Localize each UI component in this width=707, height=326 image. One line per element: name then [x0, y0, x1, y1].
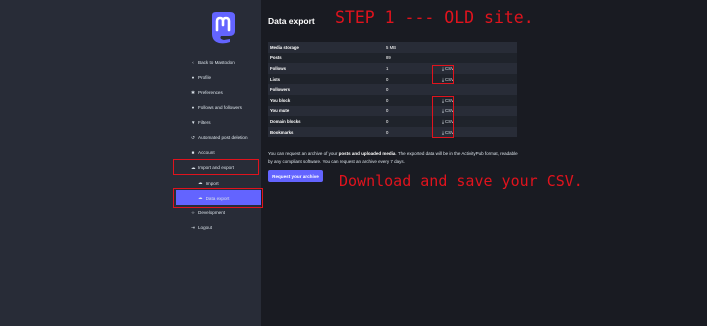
sign-out-icon: ⇥ — [191, 224, 195, 230]
table-row: Bookmarks 0 ⤓ CSV — [268, 126, 517, 138]
annotation-box-data-export — [173, 188, 263, 208]
table-row: Domain blocks 0 ⤓ CSV — [268, 116, 517, 127]
request-archive-button[interactable]: Request your archive — [268, 170, 323, 182]
table-row: You block 0 ⤓ CSV — [268, 94, 517, 106]
table-row: Posts 89 — [268, 52, 517, 64]
annotation-box-import-export — [173, 159, 259, 175]
sidebar-item-import[interactable]: ☁ Import — [198, 180, 219, 186]
table-row: Lists 0 ⤓ CSV — [268, 73, 517, 85]
sidebar-item-filters[interactable]: ▼ Filters — [191, 120, 211, 125]
row-value: 5 MB — [384, 42, 440, 53]
row-action — [440, 52, 517, 64]
description-bold: posts and uploaded media — [338, 151, 396, 156]
sidebar-item-label: Profile — [198, 75, 212, 80]
page-title: Data export — [268, 16, 315, 26]
table-row: Media storage 5 MB — [268, 42, 517, 53]
row-label: Posts — [268, 52, 384, 64]
annotation-download-text: Download and save your CSV. — [339, 172, 583, 190]
table-row: Follows 1 ⤓ CSV — [268, 63, 517, 74]
filter-icon: ▼ — [191, 119, 196, 125]
sidebar-item-label: Automated post deletion — [198, 135, 248, 140]
row-label: Media storage — [268, 42, 384, 53]
data-export-table: Media storage 5 MB Posts 89 Follows 1 ⤓ C… — [268, 42, 517, 138]
sidebar-item-label: Logout — [198, 225, 213, 230]
sidebar-item-label: Development — [198, 210, 226, 215]
sidebar-item-label: Follows and followers — [198, 105, 242, 110]
chevron-left-icon: ‹ — [192, 59, 194, 65]
row-label: You mute — [268, 105, 384, 117]
code-icon: ‹› — [191, 209, 195, 215]
row-label: Follows — [268, 63, 384, 74]
export-description: You can request an archive of your posts… — [268, 150, 518, 165]
annotation-step-text: STEP 1 --- OLD site. — [335, 8, 534, 27]
history-icon: ↺ — [191, 134, 195, 140]
lock-icon: ■ — [191, 149, 195, 155]
row-action — [440, 84, 517, 95]
row-action — [440, 42, 517, 53]
cloud-upload-icon: ☁ — [198, 180, 203, 185]
description-text: You can request an archive of your — [268, 151, 339, 156]
row-value: 0 — [384, 84, 440, 95]
sidebar-item-label: Account — [198, 150, 215, 155]
row-value: 89 — [384, 52, 440, 64]
sidebar-item-account[interactable]: ■ Account — [191, 150, 215, 155]
sidebar-item-logout[interactable]: ⇥ Logout — [191, 225, 212, 230]
row-label: You block — [268, 94, 384, 106]
row-label: Followers — [268, 84, 384, 95]
row-label: Bookmarks — [268, 126, 384, 138]
annotation-box-csv-group-2 — [432, 96, 454, 138]
sidebar-item-label: Back to Mastodon — [198, 60, 235, 65]
gear-icon: ✱ — [191, 89, 195, 95]
users-icon: ● — [191, 104, 195, 110]
sidebar-item-follows-and-followers[interactable]: ● Follows and followers — [191, 105, 242, 110]
sidebar-item-profile[interactable]: ● Profile — [191, 75, 211, 80]
table-row: You mute 0 ⤓ CSV — [268, 105, 517, 117]
row-label: Domain blocks — [268, 116, 384, 127]
sidebar-item-automated-post-deletion[interactable]: ↺ Automated post deletion — [191, 134, 248, 140]
user-icon: ● — [191, 74, 195, 80]
sidebar-item-development[interactable]: ‹› Development — [191, 209, 226, 215]
row-label: Lists — [268, 73, 384, 85]
sidebar-item-back-to-mastodon[interactable]: ‹ Back to Mastodon — [191, 60, 235, 65]
mastodon-logo[interactable] — [208, 12, 238, 44]
annotation-box-csv-group-1 — [432, 65, 454, 84]
sidebar-item-label: Filters — [198, 120, 211, 125]
sidebar-item-label: Import — [205, 180, 219, 186]
sidebar-item-preferences[interactable]: ✱ Preferences — [191, 90, 223, 95]
sidebar-item-label: Preferences — [198, 90, 223, 95]
table-row: Followers 0 — [268, 84, 517, 95]
